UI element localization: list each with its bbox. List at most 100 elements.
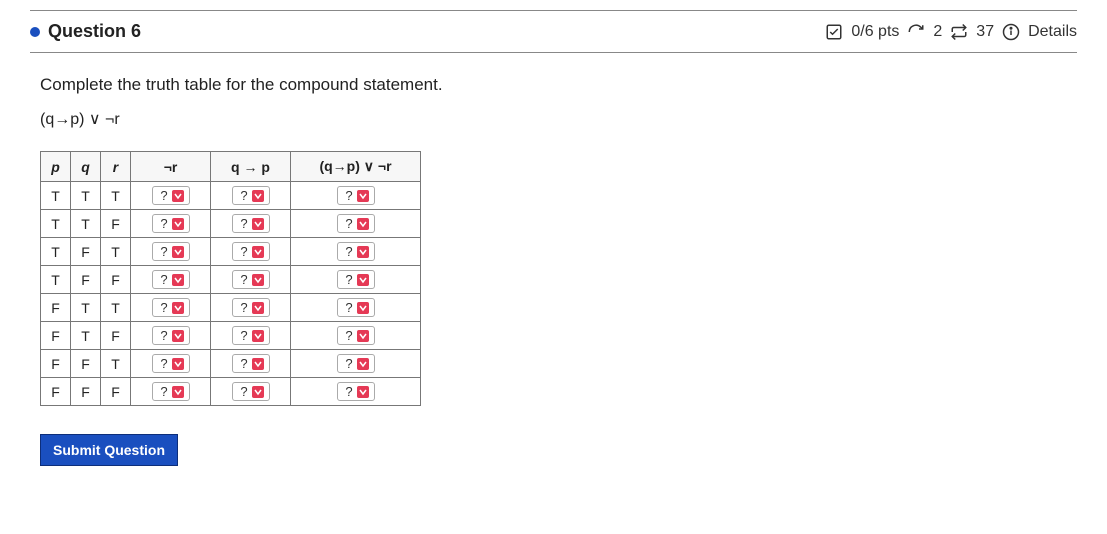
table-row: TTF??? <box>41 210 421 238</box>
truth-select[interactable]: ? <box>232 242 270 261</box>
col-q-implies-p: q → p <box>211 152 291 182</box>
cell-not-r: ? <box>131 238 211 266</box>
chevron-down-icon <box>357 274 369 286</box>
truth-select[interactable]: ? <box>337 270 375 289</box>
cell-r: T <box>101 350 131 378</box>
truth-select[interactable]: ? <box>232 298 270 317</box>
cell-not-r: ? <box>131 322 211 350</box>
cell-q: F <box>71 378 101 406</box>
truth-select[interactable]: ? <box>232 382 270 401</box>
truth-select[interactable]: ? <box>337 298 375 317</box>
chevron-down-icon <box>357 218 369 230</box>
chevron-down-icon <box>172 386 184 398</box>
truth-table: p q r ¬r q → p (q→p) ∨ ¬r TTT???TTF???TF… <box>40 151 421 406</box>
cell-not-r: ? <box>131 350 211 378</box>
select-value: ? <box>345 300 352 315</box>
truth-select[interactable]: ? <box>152 354 190 373</box>
info-icon[interactable] <box>1002 23 1020 41</box>
cell-q-implies-p: ? <box>211 378 291 406</box>
truth-select[interactable]: ? <box>232 186 270 205</box>
details-link[interactable]: Details <box>1028 23 1077 41</box>
cell-p: F <box>41 322 71 350</box>
table-row: FFF??? <box>41 378 421 406</box>
truth-select[interactable]: ? <box>232 354 270 373</box>
truth-select[interactable]: ? <box>232 214 270 233</box>
cell-q-implies-p: ? <box>211 294 291 322</box>
submit-button[interactable]: Submit Question <box>40 434 178 466</box>
truth-select[interactable]: ? <box>152 382 190 401</box>
col-q: q <box>71 152 101 182</box>
cell-p: T <box>41 210 71 238</box>
question-content: Complete the truth table for the compoun… <box>30 75 1077 466</box>
tries-text: 37 <box>976 23 994 41</box>
cell-r: T <box>101 238 131 266</box>
bullet-icon <box>30 27 40 37</box>
question-meta: 0/6 pts 2 37 Details <box>825 23 1077 41</box>
checkbox-icon <box>825 23 843 41</box>
col-not-r: ¬r <box>131 152 211 182</box>
truth-select[interactable]: ? <box>232 326 270 345</box>
col-p: p <box>41 152 71 182</box>
select-value: ? <box>240 188 247 203</box>
cell-result: ? <box>291 182 421 210</box>
cell-not-r: ? <box>131 294 211 322</box>
cell-q-implies-p: ? <box>211 350 291 378</box>
truth-select[interactable]: ? <box>152 270 190 289</box>
cell-not-r: ? <box>131 210 211 238</box>
col-r: r <box>101 152 131 182</box>
cell-p: F <box>41 294 71 322</box>
truth-select[interactable]: ? <box>337 382 375 401</box>
select-value: ? <box>240 300 247 315</box>
table-row: FFT??? <box>41 350 421 378</box>
select-value: ? <box>240 216 247 231</box>
select-value: ? <box>345 188 352 203</box>
cell-result: ? <box>291 266 421 294</box>
select-value: ? <box>160 216 167 231</box>
select-value: ? <box>240 272 247 287</box>
cell-result: ? <box>291 322 421 350</box>
prompt-text: Complete the truth table for the compoun… <box>40 75 1077 95</box>
chevron-down-icon <box>357 190 369 202</box>
cell-q-implies-p: ? <box>211 266 291 294</box>
cell-r: F <box>101 266 131 294</box>
cell-q: T <box>71 322 101 350</box>
select-value: ? <box>240 244 247 259</box>
chevron-down-icon <box>252 246 264 258</box>
select-value: ? <box>160 244 167 259</box>
truth-select[interactable]: ? <box>337 326 375 345</box>
select-value: ? <box>240 384 247 399</box>
cell-p: T <box>41 182 71 210</box>
attempts-text: 2 <box>933 23 942 41</box>
cell-result: ? <box>291 238 421 266</box>
question-title: Question 6 <box>48 21 141 42</box>
select-value: ? <box>240 356 247 371</box>
cell-q: F <box>71 238 101 266</box>
truth-select[interactable]: ? <box>152 242 190 261</box>
chevron-down-icon <box>172 246 184 258</box>
chevron-down-icon <box>172 274 184 286</box>
truth-select[interactable]: ? <box>152 326 190 345</box>
truth-select[interactable]: ? <box>337 354 375 373</box>
select-value: ? <box>345 328 352 343</box>
cell-r: F <box>101 210 131 238</box>
chevron-down-icon <box>252 190 264 202</box>
cell-p: F <box>41 378 71 406</box>
cell-result: ? <box>291 350 421 378</box>
truth-select[interactable]: ? <box>337 186 375 205</box>
cell-p: T <box>41 266 71 294</box>
truth-select[interactable]: ? <box>152 186 190 205</box>
truth-select[interactable]: ? <box>152 214 190 233</box>
table-row: FTF??? <box>41 322 421 350</box>
truth-select[interactable]: ? <box>337 242 375 261</box>
select-value: ? <box>160 300 167 315</box>
cell-q: F <box>71 350 101 378</box>
chevron-down-icon <box>172 218 184 230</box>
truth-select[interactable]: ? <box>152 298 190 317</box>
swap-icon <box>950 23 968 41</box>
truth-select[interactable]: ? <box>232 270 270 289</box>
truth-select[interactable]: ? <box>337 214 375 233</box>
score-text: 0/6 pts <box>851 23 899 41</box>
select-value: ? <box>345 244 352 259</box>
chevron-down-icon <box>172 330 184 342</box>
cell-not-r: ? <box>131 182 211 210</box>
